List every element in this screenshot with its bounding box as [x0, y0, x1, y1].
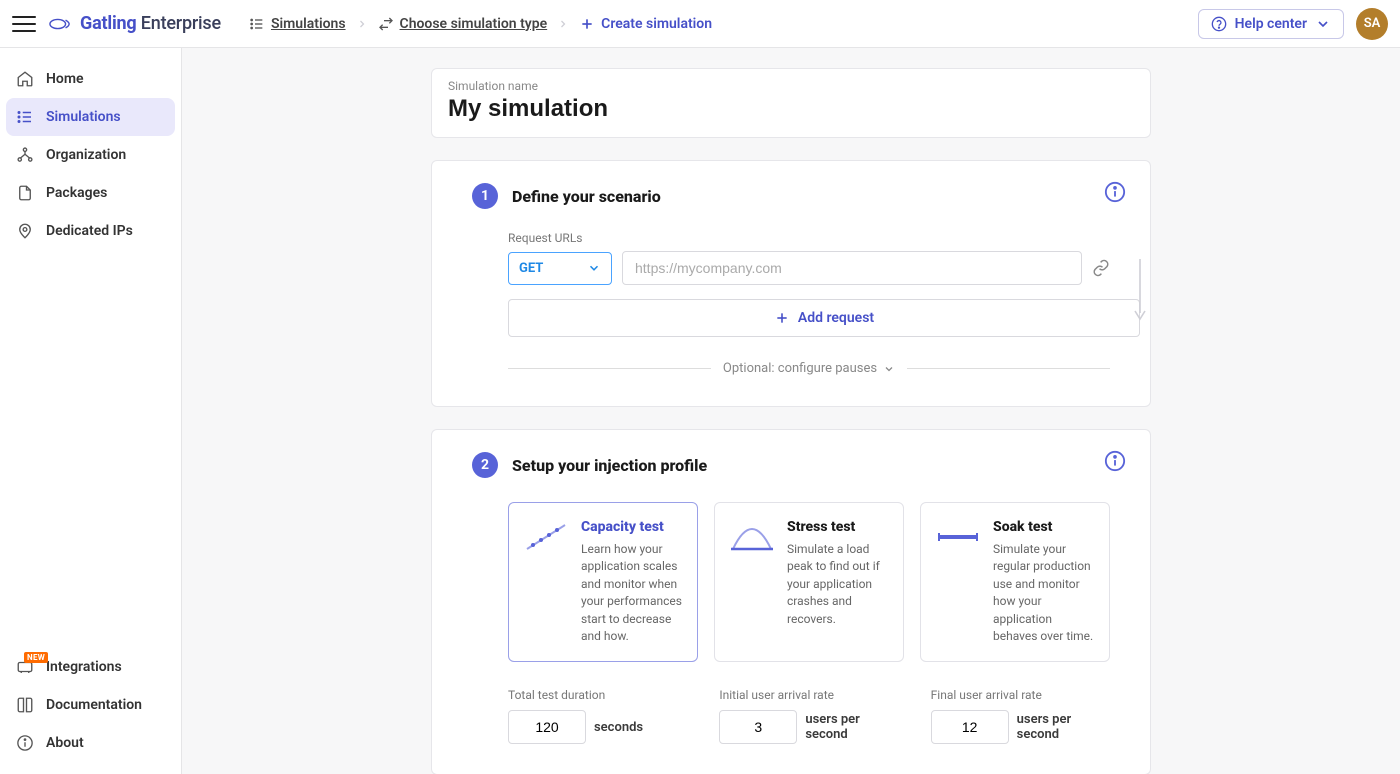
- sidebar-item-label: Home: [46, 71, 84, 87]
- card-title: Define your scenario: [512, 187, 661, 206]
- sidebar-item-about[interactable]: About: [6, 724, 175, 762]
- add-request-button[interactable]: Add request: [508, 299, 1140, 337]
- field-label: Final user arrival rate: [931, 688, 1110, 702]
- profile-title: Soak test: [993, 519, 1095, 535]
- sidebar-item-label: Organization: [46, 147, 126, 163]
- unit-label: users per second: [1017, 712, 1110, 742]
- pin-icon: [16, 222, 34, 240]
- profile-stress-test[interactable]: Stress test Simulate a load peak to find…: [714, 502, 904, 662]
- help-icon: [1211, 16, 1227, 32]
- param-final-rate: Final user arrival rate users per second: [931, 688, 1110, 744]
- list-icon: [16, 108, 34, 126]
- profile-capacity-test[interactable]: Capacity test Learn how your application…: [508, 502, 698, 662]
- chevron-down-icon: [1315, 16, 1331, 32]
- sidebar-item-documentation[interactable]: Documentation: [6, 686, 175, 724]
- simulation-name-field[interactable]: Simulation name: [431, 68, 1151, 138]
- profile-desc: Simulate a load peak to find out if your…: [787, 541, 889, 628]
- sidebar-item-home[interactable]: Home: [6, 60, 175, 98]
- profile-soak-test[interactable]: Soak test Simulate your regular producti…: [920, 502, 1110, 662]
- field-label: Simulation name: [448, 79, 1134, 93]
- sidebar-item-label: Dedicated IPs: [46, 223, 133, 239]
- info-icon[interactable]: [1104, 450, 1126, 472]
- brand-logo[interactable]: Gatling Enterprise: [48, 13, 221, 34]
- request-url-input[interactable]: [622, 251, 1082, 285]
- sidebar-item-organization[interactable]: Organization: [6, 136, 175, 174]
- step-number: 1: [472, 183, 498, 209]
- sidebar-item-packages[interactable]: Packages: [6, 174, 175, 212]
- field-label: Total test duration: [508, 688, 687, 702]
- stress-chart-icon: [729, 519, 775, 555]
- crumb-choose-type[interactable]: Choose simulation type: [378, 16, 548, 32]
- chevron-down-icon: [883, 363, 895, 375]
- info-icon[interactable]: [1104, 181, 1126, 203]
- list-icon: [249, 16, 265, 32]
- package-icon: [16, 184, 34, 202]
- chevron-down-icon: [587, 261, 601, 275]
- sidebar-item-label: Simulations: [46, 109, 121, 125]
- sidebar-item-integrations[interactable]: NEW Integrations: [6, 648, 175, 686]
- swap-icon: [378, 16, 394, 32]
- profile-desc: Learn how your application scales and mo…: [581, 541, 683, 645]
- plus-icon: [579, 16, 595, 32]
- field-label: Initial user arrival rate: [719, 688, 898, 702]
- sidebar-item-label: Integrations: [46, 659, 122, 675]
- param-initial-rate: Initial user arrival rate users per seco…: [719, 688, 898, 744]
- sidebar-item-label: About: [46, 735, 84, 751]
- org-icon: [16, 146, 34, 164]
- profile-desc: Simulate your regular production use and…: [993, 541, 1095, 645]
- card-title: Setup your injection profile: [512, 456, 707, 475]
- initial-rate-input[interactable]: [719, 710, 797, 744]
- step-number: 2: [472, 452, 498, 478]
- card-define-scenario: 1 Define your scenario Request URLs GET: [431, 160, 1151, 407]
- gatling-icon: [48, 15, 74, 33]
- profile-title: Stress test: [787, 519, 889, 535]
- capacity-chart-icon: [523, 519, 569, 555]
- profile-title: Capacity test: [581, 519, 683, 535]
- home-icon: [16, 70, 34, 88]
- crumb-create-simulation[interactable]: Create simulation: [579, 16, 712, 32]
- chevron-right-icon: [356, 18, 368, 30]
- card-injection-profile: 2 Setup your injection profile Capacity …: [431, 429, 1151, 774]
- soak-chart-icon: [935, 519, 981, 555]
- sidebar-item-dedicated-ips[interactable]: Dedicated IPs: [6, 212, 175, 250]
- configure-pauses-toggle[interactable]: Optional: configure pauses: [723, 361, 895, 376]
- sidebar-item-simulations[interactable]: Simulations: [6, 98, 175, 136]
- breadcrumb: Simulations Choose simulation type Creat…: [249, 16, 712, 32]
- sidebar-item-label: Packages: [46, 185, 107, 201]
- avatar[interactable]: SA: [1356, 8, 1388, 40]
- simulation-name-input[interactable]: [448, 95, 1134, 123]
- param-duration: Total test duration seconds: [508, 688, 687, 744]
- final-rate-input[interactable]: [931, 710, 1009, 744]
- link-icon[interactable]: [1092, 259, 1110, 277]
- field-label: Request URLs: [508, 231, 1110, 245]
- sidebar-item-label: Documentation: [46, 697, 142, 713]
- crumb-simulations[interactable]: Simulations: [249, 16, 346, 32]
- http-method-select[interactable]: GET: [508, 252, 612, 285]
- new-badge: NEW: [24, 652, 48, 663]
- flow-arrow-icon: [1134, 257, 1146, 323]
- info-icon: [16, 734, 34, 752]
- unit-label: seconds: [594, 720, 643, 735]
- help-center-button[interactable]: Help center: [1198, 9, 1344, 39]
- plus-icon: [774, 310, 790, 326]
- book-icon: [16, 696, 34, 714]
- menu-toggle[interactable]: [12, 12, 36, 36]
- chevron-right-icon: [557, 18, 569, 30]
- duration-input[interactable]: [508, 710, 586, 744]
- unit-label: users per second: [805, 712, 898, 742]
- sidebar: Home Simulations Organization Packages D…: [0, 48, 182, 774]
